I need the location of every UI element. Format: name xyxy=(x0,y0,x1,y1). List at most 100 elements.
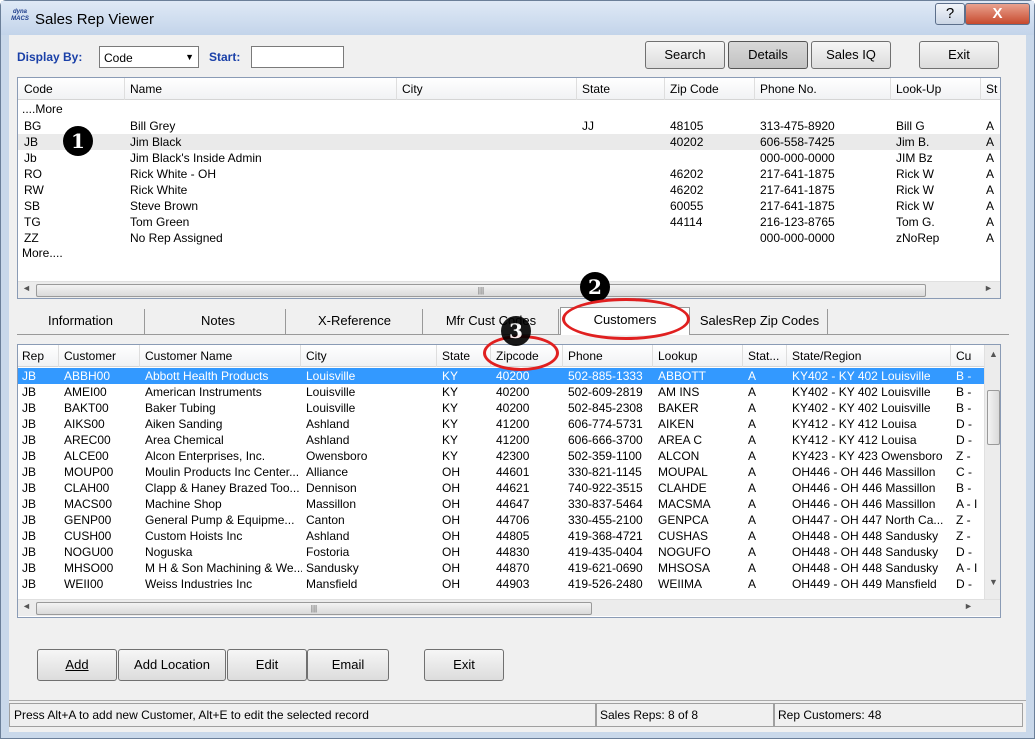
table-row[interactable]: SB Steve Brown 60055 217-641-1875 Rick W A xyxy=(18,198,1000,214)
rep-col-header[interactable]: St xyxy=(986,82,997,96)
tab-notes[interactable]: Notes xyxy=(151,309,286,335)
customer-col-header[interactable]: City xyxy=(306,349,327,363)
column-divider[interactable] xyxy=(576,78,577,100)
table-cell: JB xyxy=(22,513,37,527)
tab-information[interactable]: Information xyxy=(17,309,145,335)
column-divider[interactable] xyxy=(124,78,125,100)
column-divider[interactable] xyxy=(786,345,787,367)
scroll-left-icon[interactable]: ◄ xyxy=(22,601,31,611)
search-button[interactable]: Search xyxy=(645,41,725,69)
customer-grid-hscrollbar[interactable]: ◄ ||| ► xyxy=(18,599,1000,616)
column-divider[interactable] xyxy=(980,78,981,100)
details-button[interactable]: Details xyxy=(728,41,808,69)
start-label: Start: xyxy=(209,50,241,64)
customer-col-header[interactable]: Customer xyxy=(64,349,116,363)
table-row[interactable]: JB GENP00 General Pump & Equipme... Canton O… xyxy=(18,512,984,528)
table-row[interactable]: ZZ No Rep Assigned 000-000-0000 zNoRep A xyxy=(18,230,1000,246)
customer-grid-scroll-thumb[interactable]: ||| xyxy=(36,602,592,615)
scroll-right-icon[interactable]: ► xyxy=(984,283,993,293)
table-row[interactable]: JB NOGU00 Noguska Fostoria OH 44830 419-435-04… xyxy=(18,544,984,560)
tab-mfr-cust-codes[interactable]: Mfr Cust Codes xyxy=(424,309,559,335)
sales-rep-grid[interactable]: Code Name City State Zip Code Phone No. Look-U… xyxy=(17,77,1001,299)
column-divider[interactable] xyxy=(396,78,397,100)
column-divider[interactable] xyxy=(58,345,59,367)
rep-col-header[interactable]: Zip Code xyxy=(670,82,719,96)
table-cell: Jim Black xyxy=(130,135,182,149)
table-row[interactable]: RW Rick White 46202 217-641-1875 Rick W A xyxy=(18,182,1000,198)
column-divider[interactable] xyxy=(754,78,755,100)
table-row[interactable]: JB MOUP00 Moulin Products Inc Center... All… xyxy=(18,464,984,480)
rep-col-header[interactable]: City xyxy=(402,82,423,96)
column-divider[interactable] xyxy=(890,78,891,100)
exit-top-button[interactable]: Exit xyxy=(919,41,999,69)
customers-grid[interactable]: Rep Customer Customer Name City State Zipcode… xyxy=(17,344,1001,618)
customer-col-header[interactable]: Cu xyxy=(956,349,971,363)
column-divider[interactable] xyxy=(300,345,301,367)
rep-col-header[interactable]: State xyxy=(582,82,610,96)
rep-col-header[interactable]: Phone No. xyxy=(760,82,817,96)
display-by-select[interactable]: Code ▼ xyxy=(99,46,199,68)
scroll-up-icon[interactable]: ▲ xyxy=(989,349,998,359)
table-cell: 60055 xyxy=(670,199,704,213)
scroll-right-icon[interactable]: ► xyxy=(964,601,973,611)
table-cell: Bill G xyxy=(896,119,925,133)
rep-col-header[interactable]: Code xyxy=(24,82,53,96)
table-row[interactable]: JB ABBH00 Abbott Health Products Louisville… xyxy=(18,368,984,384)
scroll-down-icon[interactable]: ▼ xyxy=(989,577,998,587)
table-row[interactable]: JB Jim Black 40202 606-558-7425 Jim B. A xyxy=(18,134,1000,150)
customer-col-header[interactable]: Customer Name xyxy=(145,349,232,363)
close-button[interactable]: X xyxy=(965,3,1030,25)
table-cell: A xyxy=(748,513,757,527)
rep-grid-scroll-thumb[interactable]: ||| xyxy=(36,284,926,297)
table-row[interactable]: JB CUSH00 Custom Hoists Inc Ashland OH 44805 4… xyxy=(18,528,984,544)
scroll-left-icon[interactable]: ◄ xyxy=(22,283,31,293)
table-row[interactable]: JB ALCE00 Alcon Enterprises, Inc. Owensboro… xyxy=(18,448,984,464)
table-row[interactable]: JB AIKS00 Aiken Sanding Ashland KY 41200 606-7… xyxy=(18,416,984,432)
table-row[interactable]: JB MACS00 Machine Shop Massillon OH 44647 330-… xyxy=(18,496,984,512)
dropdown-arrow-icon[interactable]: ▼ xyxy=(185,52,194,62)
table-cell: AIKEN xyxy=(658,417,695,431)
table-row[interactable]: JB AREC00 Area Chemical Ashland KY 41200 606-6… xyxy=(18,432,984,448)
customer-col-header[interactable]: Stat... xyxy=(748,349,779,363)
rep-grid-hscrollbar[interactable]: ◄ ||| ► xyxy=(18,281,1000,298)
column-divider[interactable] xyxy=(664,78,665,100)
rep-col-header[interactable]: Name xyxy=(130,82,162,96)
table-row[interactable]: JB AMEI00 American Instruments Louisville KY… xyxy=(18,384,984,400)
table-cell: AIKS00 xyxy=(64,417,105,431)
table-row[interactable]: JB CLAH00 Clapp & Haney Brazed Too... Denni… xyxy=(18,480,984,496)
table-row[interactable]: BG Bill Grey JJ 48105 313-475-8920 Bill GA xyxy=(18,118,1000,134)
table-row[interactable]: TG Tom Green 44114 216-123-8765 Tom G. A xyxy=(18,214,1000,230)
email-button[interactable]: Email xyxy=(307,649,389,681)
grip-icon: ||| xyxy=(477,286,485,295)
column-divider[interactable] xyxy=(950,345,951,367)
edit-button[interactable]: Edit xyxy=(227,649,307,681)
column-divider[interactable] xyxy=(139,345,140,367)
add-location-button[interactable]: Add Location xyxy=(118,649,226,681)
column-divider[interactable] xyxy=(562,345,563,367)
start-input[interactable] xyxy=(251,46,344,68)
help-button[interactable]: ? xyxy=(935,3,965,25)
table-row[interactable]: RO Rick White - OH 46202 217-641-1875 Rick W… xyxy=(18,166,1000,182)
customer-col-header[interactable]: Lookup xyxy=(658,349,697,363)
table-row[interactable]: Jb Jim Black's Inside Admin 000-000-0000 JI… xyxy=(18,150,1000,166)
add-button[interactable]: Add xyxy=(37,649,117,681)
tab-salesrep-zip-codes[interactable]: SalesRep Zip Codes xyxy=(692,309,828,335)
sales-iq-button[interactable]: Sales IQ xyxy=(811,41,891,69)
column-divider[interactable] xyxy=(436,345,437,367)
more-top-link[interactable]: ....More xyxy=(22,102,63,118)
customer-col-header[interactable]: State xyxy=(442,349,470,363)
customer-col-header[interactable]: Phone xyxy=(568,349,603,363)
customer-grid-vscrollbar[interactable]: ▲ ▼ xyxy=(984,345,1000,599)
more-bottom-link[interactable]: More.... xyxy=(22,246,63,262)
table-row[interactable]: JB WEII00 Weiss Industries Inc Mansfield OH 4… xyxy=(18,576,984,592)
customer-col-header[interactable]: Rep xyxy=(22,349,44,363)
table-row[interactable]: JB MHSO00 M H & Son Machining & We... Sandu… xyxy=(18,560,984,576)
column-divider[interactable] xyxy=(742,345,743,367)
tab-x-reference[interactable]: X-Reference xyxy=(287,309,423,335)
table-row[interactable]: JB BAKT00 Baker Tubing Louisville KY 40200 502… xyxy=(18,400,984,416)
column-divider[interactable] xyxy=(652,345,653,367)
customer-vscroll-thumb[interactable] xyxy=(987,390,1000,445)
customer-col-header[interactable]: State/Region xyxy=(792,349,861,363)
exit-bottom-button[interactable]: Exit xyxy=(424,649,504,681)
rep-col-header[interactable]: Look-Up xyxy=(896,82,941,96)
